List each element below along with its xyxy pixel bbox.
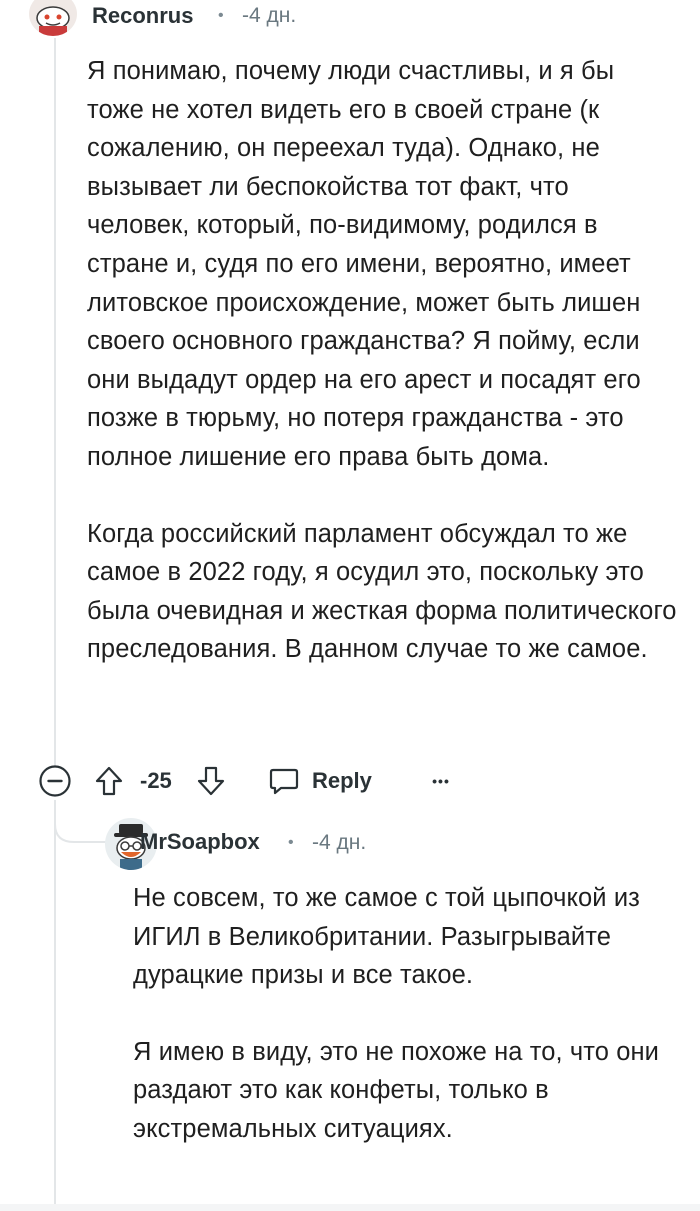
collapse-minus-icon [39,765,71,797]
downvote-button[interactable] [194,763,228,799]
comment-paragraph: Не совсем, то же самое с той цыпочкой из… [133,884,640,990]
meta-separator: • [218,7,224,24]
comment-body: Не совсем, то же самое с той цыпочкой из… [133,879,663,1149]
username[interactable]: Reconrus [92,3,193,29]
more-options-button[interactable]: ••• [424,764,458,798]
comment-paragraph: Когда российский парламент обсуждал то ж… [87,519,677,664]
meta-separator: • [288,834,294,851]
comment-body: Я понимаю, почему люди счастливы, и я бы… [87,52,677,669]
reply-label: Reply [312,768,372,793]
comment-paragraph: Я понимаю, почему люди счастливы, и я бы… [87,57,641,471]
downvote-arrow-icon [197,766,225,796]
upvote-button[interactable] [92,763,126,799]
thread-line-reply [54,800,56,1211]
timestamp: -4 дн. [242,4,297,27]
username[interactable]: MrSoapbox [140,829,260,855]
next-action-bar-edge [0,1204,700,1211]
timestamp: -4 дн. [312,831,367,854]
comment-paragraph: Я имею в виду, это не похоже на то, что … [133,1037,660,1143]
reply-bubble-icon [269,768,299,795]
avatar[interactable] [29,0,77,36]
reply-button[interactable]: Reply [268,761,372,801]
vote-score: -25 [140,768,172,793]
more-options-icon: ••• [432,773,450,789]
collapse-button[interactable] [38,764,72,798]
thread-line-main [54,38,56,773]
reddit-avatar-icon [36,6,70,36]
upvote-arrow-icon [95,766,123,796]
thread-connector [54,800,110,843]
